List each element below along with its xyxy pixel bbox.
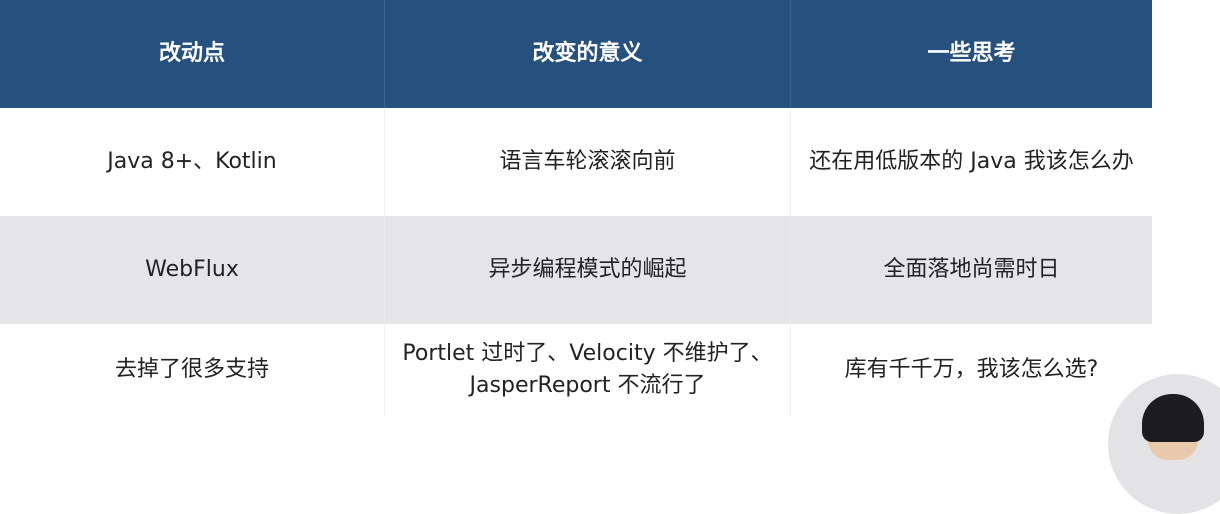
comparison-table: 改动点 改变的意义 一些思考 Java 8+、Kotlin 语言车轮滚滚向前 还…: [0, 0, 1152, 416]
table-cell: 库有千千万，我该怎么选?: [790, 324, 1152, 416]
table-cell: WebFlux: [145, 257, 239, 283]
table-cell: Java 8+、Kotlin: [107, 149, 277, 175]
table-cell-multiline: Portlet 过时了、Velocity 不维护了、 JasperReport …: [384, 324, 790, 416]
header-thoughts: 一些思考: [790, 0, 1152, 108]
table-cell: 还在用低版本的 Java 我该怎么办: [790, 108, 1152, 216]
header-meaning: 改变的意义: [384, 0, 790, 108]
table-row: Java 8+、Kotlin 语言车轮滚滚向前 还在用低版本的 Java 我该怎…: [0, 108, 1152, 216]
table-row: WebFlux 异步编程模式的崛起 全面落地尚需时日: [0, 216, 1152, 324]
table-header-row: 改动点 改变的意义 一些思考: [0, 0, 1152, 108]
table-cell: 语言车轮滚滚向前: [384, 108, 790, 216]
avatar-hair: [1142, 394, 1204, 442]
cell-line: JasperReport 不流行了: [469, 373, 706, 398]
table-row: 去掉了很多支持 Portlet 过时了、Velocity 不维护了、 Jaspe…: [0, 324, 1152, 416]
table-cell: 异步编程模式的崛起: [384, 216, 790, 324]
table-cell: 去掉了很多支持: [114, 357, 269, 383]
cell-line: Portlet 过时了、Velocity 不维护了、: [402, 341, 773, 367]
table-cell: 全面落地尚需时日: [790, 216, 1152, 324]
header-change-point: 改动点: [158, 41, 225, 67]
